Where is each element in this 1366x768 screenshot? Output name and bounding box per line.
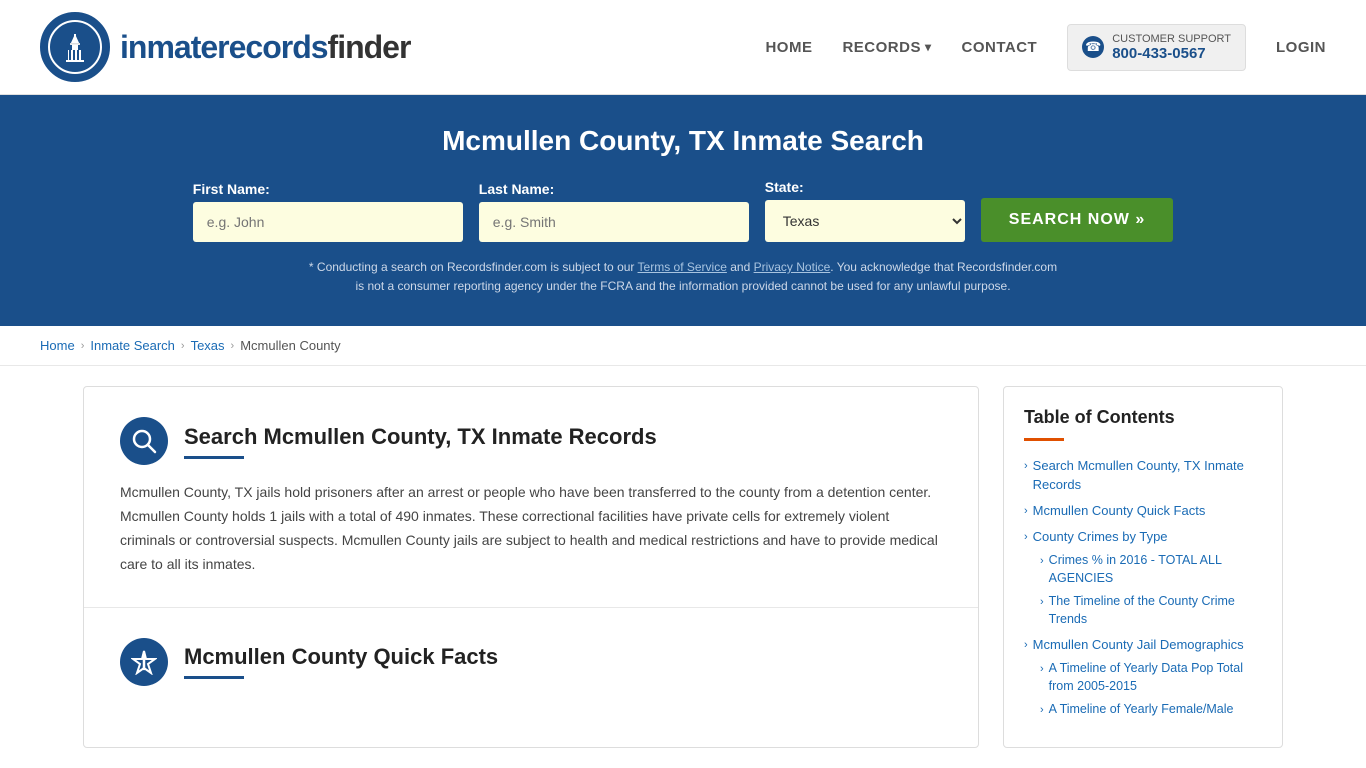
section-title-block: Search Mcmullen County, TX Inmate Record… xyxy=(184,424,657,459)
toc-sublist-3: › A Timeline of Yearly Data Pop Total fr… xyxy=(1040,660,1262,719)
quickfacts-title-block: Mcmullen County Quick Facts xyxy=(184,644,498,679)
toc-link-1[interactable]: › Mcmullen County Quick Facts xyxy=(1024,502,1262,520)
section-title-underline xyxy=(184,456,244,459)
toc-item-0: › Search Mcmullen County, TX Inmate Reco… xyxy=(1024,457,1262,493)
first-name-label: First Name: xyxy=(193,181,270,197)
quickfacts-section-title: Mcmullen County Quick Facts xyxy=(184,644,498,670)
toc-link-0[interactable]: › Search Mcmullen County, TX Inmate Reco… xyxy=(1024,457,1262,493)
toc-sublink-3-0[interactable]: › A Timeline of Yearly Data Pop Total fr… xyxy=(1040,660,1262,695)
breadcrumb-home[interactable]: Home xyxy=(40,338,75,353)
toc-title: Table of Contents xyxy=(1024,407,1262,428)
breadcrumb-inmate-search[interactable]: Inmate Search xyxy=(90,338,175,353)
customer-support-box[interactable]: ☎ CUSTOMER SUPPORT 800-433-0567 xyxy=(1067,24,1246,71)
toc-item-1: › Mcmullen County Quick Facts xyxy=(1024,502,1262,520)
toc-subitem-3-0: › A Timeline of Yearly Data Pop Total fr… xyxy=(1040,660,1262,695)
last-name-input[interactable] xyxy=(479,202,749,242)
disclaimer-text: * Conducting a search on Recordsfinder.c… xyxy=(40,258,1326,296)
toc-chevron-icon: › xyxy=(1024,459,1028,474)
toc-chevron-icon: › xyxy=(1024,638,1028,653)
toc-sub-chevron-icon: › xyxy=(1040,554,1044,569)
toc-sublist-2: › Crimes % in 2016 - TOTAL ALL AGENCIES›… xyxy=(1040,552,1262,628)
first-name-group: First Name: xyxy=(193,181,463,242)
quickfacts-section-icon xyxy=(120,638,168,686)
privacy-link[interactable]: Privacy Notice xyxy=(754,260,831,274)
toc-item-2: › County Crimes by Type › Crimes % in 201… xyxy=(1024,528,1262,628)
toc-sub-chevron-icon: › xyxy=(1040,703,1044,718)
page-title: Mcmullen County, TX Inmate Search xyxy=(40,125,1326,157)
breadcrumb-sep-2: › xyxy=(181,340,185,352)
toc-link-2[interactable]: › County Crimes by Type xyxy=(1024,528,1262,546)
terms-link[interactable]: Terms of Service xyxy=(638,260,727,274)
quickfacts-title-underline xyxy=(184,676,244,679)
toc-item-3: › Mcmullen County Jail Demographics › A T… xyxy=(1024,636,1262,719)
last-name-label: Last Name: xyxy=(479,181,554,197)
toc-list: › Search Mcmullen County, TX Inmate Reco… xyxy=(1024,457,1262,718)
state-select[interactable]: AlabamaAlaskaArizonaArkansasCaliforniaCo… xyxy=(765,200,965,242)
search-form: First Name: Last Name: State: AlabamaAla… xyxy=(40,179,1326,242)
logo-icon xyxy=(40,12,110,82)
search-section-icon xyxy=(120,417,168,465)
toc-chevron-icon: › xyxy=(1024,530,1028,545)
nav-records[interactable]: RECORDS ▾ xyxy=(842,39,931,56)
toc-sublink-2-1[interactable]: › The Timeline of the County Crime Trend… xyxy=(1040,593,1262,628)
nav-home[interactable]: HOME xyxy=(765,39,812,56)
logo-text: inmaterecordsfinder xyxy=(120,29,410,66)
toc-subitem-2-0: › Crimes % in 2016 - TOTAL ALL AGENCIES xyxy=(1040,552,1262,587)
toc-link-3[interactable]: › Mcmullen County Jail Demographics xyxy=(1024,636,1262,654)
toc-sublink-3-1[interactable]: › A Timeline of Yearly Female/Male xyxy=(1040,701,1262,719)
toc-divider xyxy=(1024,438,1064,441)
toc-sublink-2-0[interactable]: › Crimes % in 2016 - TOTAL ALL AGENCIES xyxy=(1040,552,1262,587)
site-header: inmaterecordsfinder HOME RECORDS ▾ CONTA… xyxy=(0,0,1366,95)
breadcrumb-current: Mcmullen County xyxy=(240,338,340,353)
breadcrumb: Home › Inmate Search › Texas › Mcmullen … xyxy=(0,326,1366,366)
support-info: CUSTOMER SUPPORT 800-433-0567 xyxy=(1112,33,1231,62)
toc-subitem-2-1: › The Timeline of the County Crime Trend… xyxy=(1040,593,1262,628)
search-button[interactable]: SEARCH NOW » xyxy=(981,198,1173,242)
first-name-input[interactable] xyxy=(193,202,463,242)
section-header-search: Search Mcmullen County, TX Inmate Record… xyxy=(120,417,942,465)
content-area: Search Mcmullen County, TX Inmate Record… xyxy=(83,386,979,747)
main-nav: HOME RECORDS ▾ CONTACT ☎ CUSTOMER SUPPOR… xyxy=(765,24,1326,71)
toc-sub-chevron-icon: › xyxy=(1040,595,1044,610)
section-header-quickfacts: Mcmullen County Quick Facts xyxy=(120,638,942,686)
breadcrumb-sep-3: › xyxy=(231,340,235,352)
state-group: State: AlabamaAlaskaArizonaArkansasCalif… xyxy=(765,179,965,242)
search-records-section: Search Mcmullen County, TX Inmate Record… xyxy=(84,387,978,607)
breadcrumb-sep-1: › xyxy=(81,340,85,352)
state-label: State: xyxy=(765,179,804,195)
breadcrumb-texas[interactable]: Texas xyxy=(191,338,225,353)
toc-chevron-icon: › xyxy=(1024,504,1028,519)
headset-icon: ☎ xyxy=(1082,36,1104,58)
search-section-title: Search Mcmullen County, TX Inmate Record… xyxy=(184,424,657,450)
toc-sub-chevron-icon: › xyxy=(1040,662,1044,677)
toc-subitem-3-1: › A Timeline of Yearly Female/Male xyxy=(1040,701,1262,719)
sidebar-toc: Table of Contents › Search Mcmullen Coun… xyxy=(1003,386,1283,747)
quick-facts-section: Mcmullen County Quick Facts xyxy=(84,608,978,732)
last-name-group: Last Name: xyxy=(479,181,749,242)
nav-contact[interactable]: CONTACT xyxy=(962,39,1038,56)
logo-area: inmaterecordsfinder xyxy=(40,12,410,82)
hero-section: Mcmullen County, TX Inmate Search First … xyxy=(0,95,1366,326)
chevron-down-icon: ▾ xyxy=(925,40,932,54)
main-content-wrapper: Search Mcmullen County, TX Inmate Record… xyxy=(43,386,1323,747)
login-button[interactable]: LOGIN xyxy=(1276,39,1326,56)
search-section-body: Mcmullen County, TX jails hold prisoners… xyxy=(120,481,942,576)
